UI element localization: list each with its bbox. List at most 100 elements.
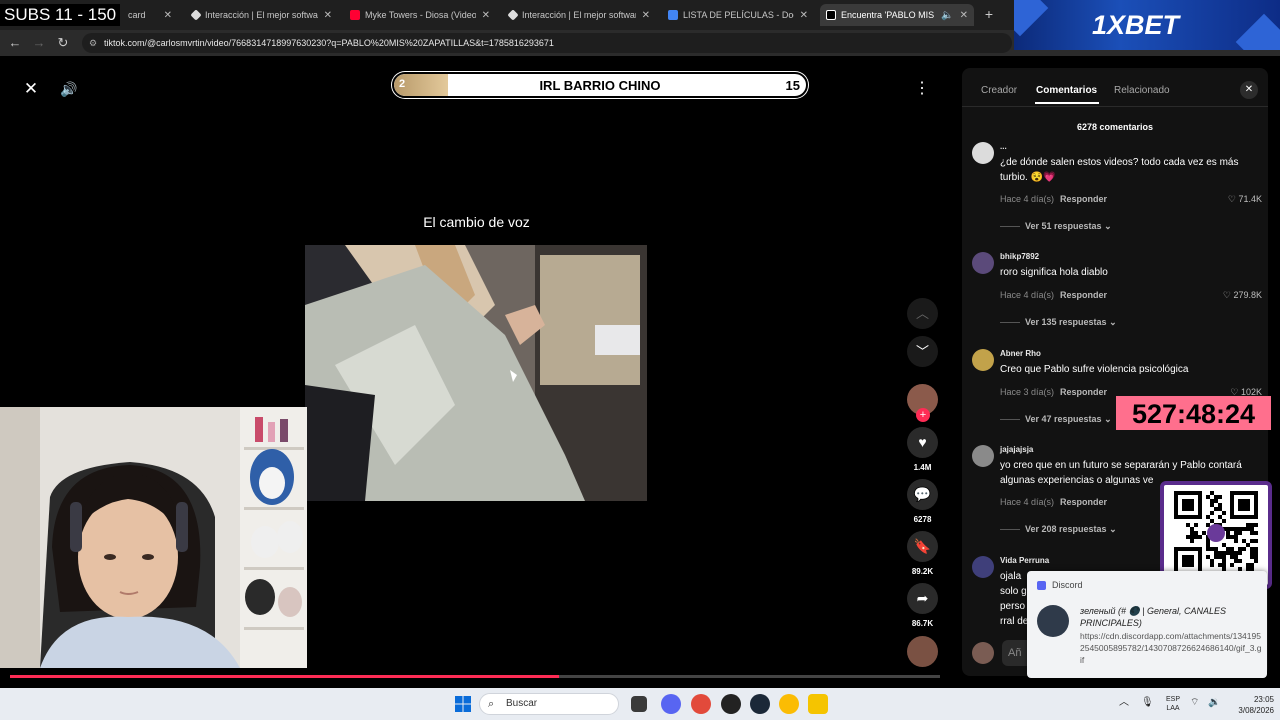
comment-like[interactable]: ♡ 71.4K: [1228, 194, 1262, 205]
volume-tray-icon[interactable]: 🔉: [1208, 698, 1220, 708]
commenter-name[interactable]: Vida Perruna: [1000, 556, 1049, 565]
panel-divider: [962, 106, 1268, 107]
video-player[interactable]: [305, 245, 647, 501]
next-video-chevron-down-icon[interactable]: ﹀: [907, 336, 938, 367]
view-replies-label: Ver 47 respuestas: [1025, 414, 1102, 424]
qr-module: [1214, 551, 1218, 555]
browser-tab-active[interactable]: Encuentra 'PABLO MIS ZAP 🔈 ✕: [820, 4, 974, 26]
new-tab-button[interactable]: +: [980, 5, 998, 23]
volume-icon[interactable]: 🔊: [55, 75, 83, 103]
commenter-avatar[interactable]: [972, 142, 994, 164]
like-heart-icon[interactable]: ♥: [907, 427, 938, 458]
qr-logo: [1207, 524, 1225, 542]
comment-time: Hace 4 día(s): [1000, 497, 1055, 507]
bookmark-icon[interactable]: 🔖: [907, 531, 938, 562]
steam-taskbar-icon[interactable]: [750, 694, 770, 714]
active-tab-indicator: [1035, 102, 1099, 104]
commenter-name[interactable]: ...: [1000, 142, 1007, 151]
qr-module: [1210, 563, 1214, 567]
view-replies-label: Ver 208 respuestas: [1025, 524, 1107, 534]
tab-close-icon[interactable]: ✕: [800, 10, 808, 21]
comment-meta: Hace 4 día(s) Responder: [1000, 290, 1107, 300]
reply-button[interactable]: Responder: [1060, 290, 1107, 300]
commenter-name[interactable]: jajajajsja: [1000, 445, 1033, 454]
tab-close-icon[interactable]: ✕: [960, 10, 968, 21]
share-arrow-icon[interactable]: ➦: [907, 583, 938, 614]
tab-close-icon[interactable]: ✕: [164, 10, 172, 21]
comment-item: ... ¿de dónde salen estos videos? todo c…: [972, 142, 1262, 242]
tab-close-icon[interactable]: ✕: [482, 10, 490, 21]
discord-taskbar-icon[interactable]: [661, 694, 681, 714]
tray-chevron-up-icon[interactable]: ︿: [1119, 698, 1129, 708]
music-disc-icon[interactable]: [907, 636, 938, 667]
language-indicator[interactable]: ESP LAA: [1162, 695, 1184, 713]
back-arrow-icon[interactable]: ←: [6, 34, 24, 52]
qr-module: [1238, 527, 1242, 531]
tab-relacionado[interactable]: Relacionado: [1114, 85, 1170, 96]
qr-module: [1250, 555, 1254, 559]
tab-audio-icon[interactable]: 🔈: [941, 10, 953, 21]
video-seek-bar[interactable]: [10, 675, 940, 678]
view-replies-button[interactable]: Ver 51 respuestas ⌄: [1000, 221, 1112, 232]
qr-module: [1194, 535, 1198, 539]
comment-time: Hace 4 día(s): [1000, 194, 1055, 204]
tab-close-icon[interactable]: ✕: [324, 10, 332, 21]
browser-tab[interactable]: Interacción | El mejor software ✕: [186, 4, 338, 26]
qr-module: [1218, 495, 1222, 499]
app-taskbar-icon[interactable]: [808, 694, 828, 714]
forward-arrow-icon[interactable]: →: [30, 34, 48, 52]
qr-module: [1226, 527, 1230, 531]
qr-module: [1218, 563, 1222, 567]
browser-tab[interactable]: card ✕: [122, 4, 178, 26]
site-info-icon[interactable]: ⚙: [89, 33, 97, 53]
qr-module: [1238, 551, 1242, 555]
qr-module: [1246, 563, 1250, 567]
chrome-alt-taskbar-icon[interactable]: [779, 694, 799, 714]
clock[interactable]: 23:05 3/08/2026: [1224, 694, 1274, 716]
windows-start-icon[interactable]: [453, 694, 473, 714]
commenter-avatar[interactable]: [972, 445, 994, 467]
commenter-avatar[interactable]: [972, 252, 994, 274]
close-video-button[interactable]: ✕: [17, 75, 45, 103]
commenter-name[interactable]: Abner Rho: [1000, 349, 1041, 358]
browser-tab[interactable]: Interacción | El mejor software ✕: [503, 4, 656, 26]
view-replies-button[interactable]: Ver 47 respuestas ⌄: [1000, 414, 1112, 425]
qr-module: [1190, 535, 1194, 539]
comment-text: Creo que Pablo sufre violencia psicológi…: [1000, 364, 1189, 375]
reply-button[interactable]: Responder: [1060, 387, 1107, 397]
panel-close-icon[interactable]: ✕: [1240, 81, 1258, 99]
view-replies-button[interactable]: Ver 208 respuestas ⌄: [1000, 524, 1117, 535]
task-view-icon[interactable]: [631, 696, 647, 712]
more-options-icon[interactable]: ⋮: [908, 75, 936, 103]
chrome-taskbar-icon[interactable]: [691, 694, 711, 714]
commenter-avatar[interactable]: [972, 556, 994, 578]
discord-notification[interactable]: Discord зеленый (# 🌑 | General, CANALES …: [1027, 571, 1267, 678]
microphone-icon[interactable]: 🎙: [1141, 698, 1154, 708]
qr-module: [1254, 547, 1258, 551]
discord-icon: [1037, 581, 1046, 591]
tab-comentarios[interactable]: Comentarios: [1036, 85, 1097, 96]
browser-tab[interactable]: Myke Towers - Diosa (Video Of ✕: [344, 4, 496, 26]
browser-tab[interactable]: LISTA DE PELÍCULAS - Documen ✕: [662, 4, 814, 26]
obs-taskbar-icon[interactable]: [721, 694, 741, 714]
reply-button[interactable]: Responder: [1060, 194, 1107, 204]
follow-plus-icon[interactable]: +: [916, 408, 930, 422]
tab-close-icon[interactable]: ✕: [642, 10, 650, 21]
wifi-icon[interactable]: ⌔: [1190, 698, 1199, 708]
previous-video-chevron-up-icon[interactable]: ︿: [907, 298, 938, 329]
commenter-name[interactable]: bhikp7892: [1000, 252, 1039, 261]
tab-creador[interactable]: Creador: [981, 85, 1017, 96]
ad-banner[interactable]: 1XBET: [1014, 0, 1280, 50]
taskbar-search[interactable]: ⌕ Buscar: [479, 693, 619, 715]
qr-module: [1198, 535, 1202, 539]
qr-module: [1238, 531, 1242, 535]
reload-icon[interactable]: ↻: [54, 34, 72, 52]
comment-like[interactable]: ♡ 279.8K: [1223, 290, 1262, 301]
view-replies-button[interactable]: Ver 135 respuestas ⌄: [1000, 317, 1117, 328]
reply-button[interactable]: Responder: [1060, 497, 1107, 507]
lang-bottom: LAA: [1166, 705, 1180, 712]
comment-bubble-icon[interactable]: 💬: [907, 479, 938, 510]
tab-title: Interacción | El mejor software: [522, 10, 636, 20]
commenter-avatar[interactable]: [972, 349, 994, 371]
url-field[interactable]: ⚙ tiktok.com/@carlosmvrtin/video/7668314…: [82, 33, 1012, 53]
